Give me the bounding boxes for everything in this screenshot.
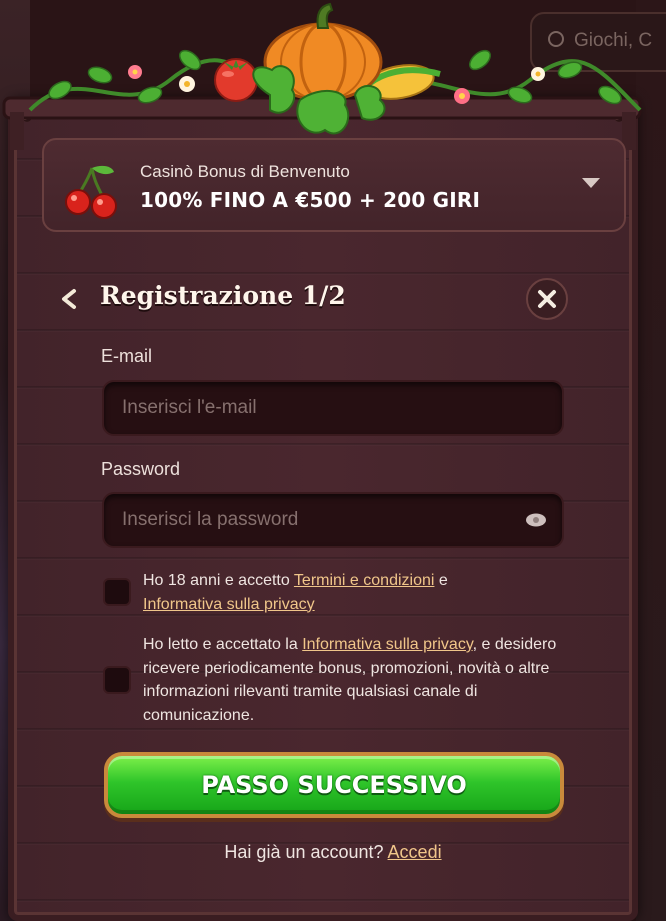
terms-link[interactable]: Termini e condizioni <box>294 572 435 589</box>
marketing-consent-checkbox[interactable] <box>103 666 131 694</box>
bolt-decoration <box>22 112 32 122</box>
password-label: Password <box>101 459 181 479</box>
background-search-input[interactable]: Giochi, C <box>530 12 666 72</box>
login-link[interactable]: Accedi <box>388 842 442 862</box>
next-step-button[interactable]: PASSO SUCCESSIVO <box>104 752 564 818</box>
marketing-consent-text: Ho letto e accettato la Informativa sull… <box>143 636 557 724</box>
back-arrow-icon[interactable] <box>60 288 78 310</box>
email-field[interactable] <box>102 380 564 436</box>
password-field[interactable] <box>102 492 564 548</box>
close-button[interactable] <box>526 278 568 320</box>
chevron-down-icon[interactable] <box>582 178 600 188</box>
close-icon <box>538 290 556 308</box>
login-prompt: Hai già un account? Accedi <box>224 842 442 862</box>
bonus-selector[interactable]: Casinò Bonus di Benvenuto 100% FINO A €5… <box>42 138 626 232</box>
search-icon <box>548 31 564 47</box>
bonus-offer: 100% FINO A €500 + 200 GIRI <box>140 188 481 212</box>
privacy-link[interactable]: Informativa sulla privacy <box>302 636 472 653</box>
background-right <box>636 0 666 921</box>
age-consent-text: Ho 18 anni e accetto Termini e condizion… <box>143 572 448 613</box>
age-consent-checkbox[interactable] <box>103 578 131 606</box>
bolt-decoration <box>614 112 624 122</box>
eye-icon[interactable] <box>525 512 547 528</box>
cherry-icon <box>65 165 117 219</box>
page-title: Registrazione 1/2 <box>100 281 346 310</box>
email-label: E-mail <box>101 346 153 366</box>
search-placeholder: Giochi, C <box>574 30 653 51</box>
privacy-link[interactable]: Informativa sulla privacy <box>143 596 315 613</box>
bonus-subtitle: Casinò Bonus di Benvenuto <box>140 162 350 181</box>
